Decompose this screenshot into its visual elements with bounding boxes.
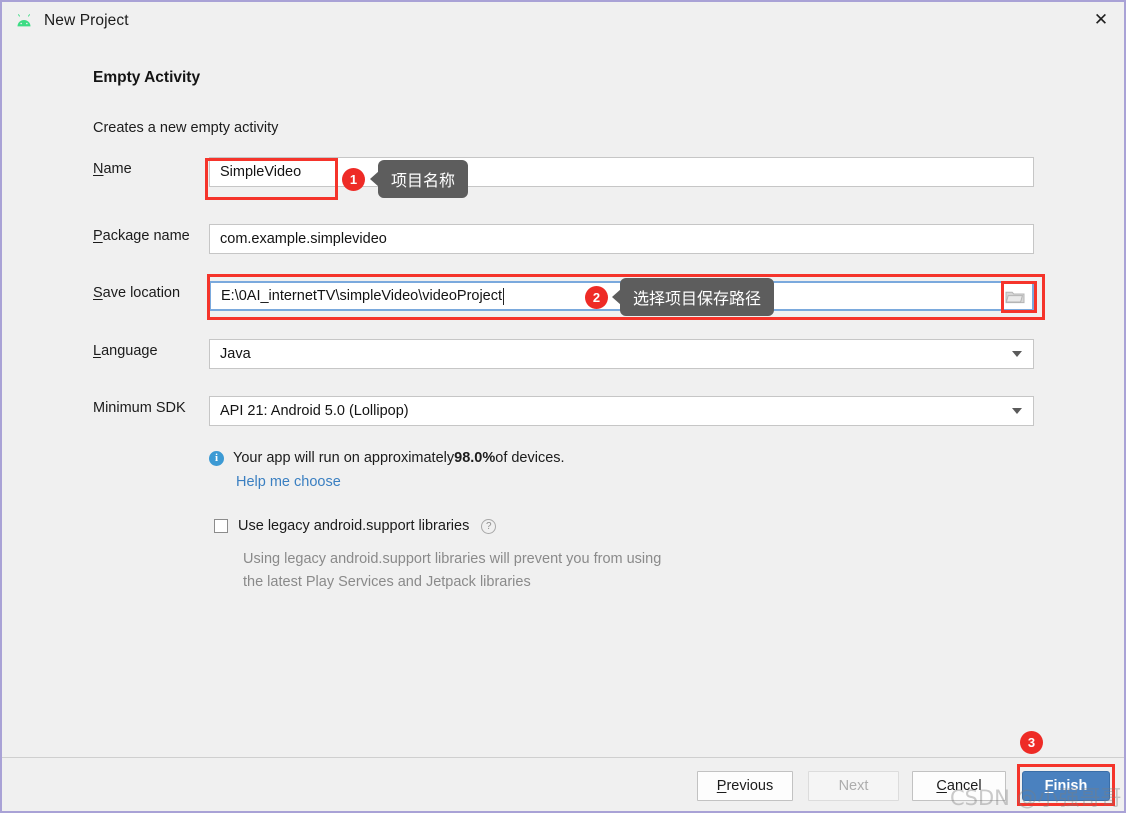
info-icon: i: [209, 450, 224, 466]
label-minimum-sdk: Minimum SDK: [93, 400, 186, 416]
finish-button-rest: inish: [1053, 778, 1088, 794]
cancel-button-mnemonic: C: [936, 778, 947, 794]
label-name-mnemonic: N: [93, 161, 104, 177]
label-name: Name: [93, 161, 132, 177]
minimum-sdk-select[interactable]: API 21: Android 5.0 (Lollipop): [209, 396, 1034, 426]
language-select-value: Java: [220, 346, 251, 362]
label-save-location: Save location: [93, 285, 180, 301]
form-row-name: Name SimpleVideo: [2, 157, 1124, 187]
dialog-footer: Previous Next Cancel Finish: [2, 757, 1124, 811]
device-coverage-percent: 98.0%: [454, 450, 496, 466]
text-caret: [503, 287, 505, 305]
label-language-mnemonic: L: [93, 343, 102, 359]
form-row-language: Language Java: [2, 339, 1124, 369]
form-row-minimum-sdk: Minimum SDK API 21: Android 5.0 (Lollipo…: [2, 396, 1124, 426]
browse-folder-button[interactable]: [1000, 285, 1030, 309]
legacy-note-line-2: the latest Play Services and Jetpack lib…: [243, 574, 531, 590]
android-robot-icon: [17, 14, 31, 27]
label-save-location-rest: ave location: [102, 285, 181, 301]
label-package-name-mnemonic: P: [93, 228, 103, 244]
previous-button[interactable]: Previous: [697, 771, 793, 801]
legacy-libraries-checkbox[interactable]: [214, 519, 228, 533]
finish-button[interactable]: Finish: [1022, 771, 1110, 801]
label-package-name: Package name: [93, 228, 190, 244]
legacy-note-line-1: Using legacy android.support libraries w…: [243, 551, 662, 567]
form-row-save-location: Save location E:\0AI_internetTV\simpleVi…: [2, 281, 1124, 311]
previous-button-mnemonic: P: [716, 778, 727, 794]
minimum-sdk-select-value: API 21: Android 5.0 (Lollipop): [220, 403, 409, 419]
save-location-input-value: E:\0AI_internetTV\simpleVideo\videoProje…: [221, 288, 503, 304]
legacy-libraries-label: Use legacy android.support libraries: [238, 518, 470, 534]
question-mark-icon[interactable]: ?: [481, 518, 497, 534]
device-coverage-info: i Your app will run on approximately 98.…: [209, 450, 565, 466]
form-row-package-name: Package name com.example.simplevideo: [2, 224, 1124, 254]
label-package-name-rest: ackage name: [102, 228, 190, 244]
next-button: Next: [808, 771, 899, 801]
annotation-callout-1: 项目名称: [378, 160, 469, 198]
page-subtitle: Creates a new empty activity: [93, 120, 279, 136]
annotation-callout-2: 选择项目保存路径: [620, 278, 775, 316]
language-select[interactable]: Java: [209, 339, 1034, 369]
window-title: New Project: [44, 12, 129, 29]
chevron-down-icon: [1012, 351, 1022, 357]
title-bar: New Project ✕: [2, 2, 1124, 40]
folder-icon: [1005, 291, 1025, 304]
chevron-down-icon: [1012, 408, 1022, 414]
package-name-input-value: com.example.simplevideo: [220, 231, 387, 247]
device-coverage-text-before: Your app will run on approximately: [233, 450, 455, 466]
annotation-badge-1: 1: [342, 168, 365, 191]
previous-button-rest: revious: [726, 778, 774, 794]
cancel-button-rest: ancel: [946, 778, 982, 794]
cancel-button[interactable]: Cancel: [912, 771, 1006, 801]
label-save-location-mnemonic: S: [93, 285, 103, 301]
label-name-rest: ame: [103, 161, 132, 177]
page-title: Empty Activity: [93, 69, 201, 86]
close-icon[interactable]: ✕: [1078, 2, 1124, 38]
annotation-badge-2: 2: [585, 286, 608, 309]
dialog-content: Empty Activity Creates a new empty activ…: [2, 40, 1124, 757]
name-input-value: SimpleVideo: [220, 164, 302, 180]
legacy-libraries-row: Use legacy android.support libraries ?: [214, 518, 497, 534]
finish-button-mnemonic: F: [1044, 778, 1054, 794]
label-language-rest: anguage: [101, 343, 158, 359]
help-me-choose-link[interactable]: Help me choose: [236, 474, 341, 490]
new-project-dialog: New Project ✕ Empty Activity Creates a n…: [0, 0, 1126, 813]
label-language: Language: [93, 343, 158, 359]
name-input[interactable]: SimpleVideo: [209, 157, 1034, 187]
device-coverage-text-after: of devices.: [495, 450, 565, 466]
package-name-input[interactable]: com.example.simplevideo: [209, 224, 1034, 254]
annotation-badge-3: 3: [1020, 731, 1043, 754]
